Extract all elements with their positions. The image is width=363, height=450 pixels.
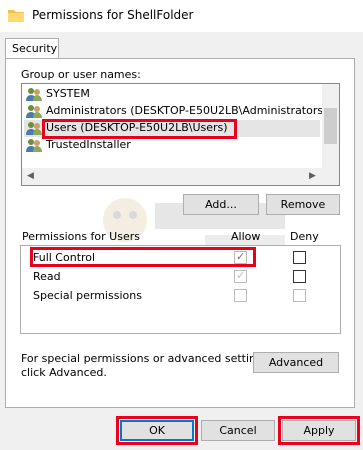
- cancel-button[interactable]: Cancel: [201, 420, 275, 441]
- list-item-label: Administrators (DESKTOP-E50U2LB\Administ…: [46, 104, 328, 117]
- list-item-system[interactable]: SYSTEM: [24, 86, 314, 103]
- deny-header: Deny: [290, 230, 319, 243]
- users-icon: [26, 138, 42, 153]
- groups-label: Group or user names:: [21, 68, 141, 81]
- window-title: Permissions for ShellFolder: [32, 8, 194, 22]
- folder-icon: [8, 9, 24, 22]
- apply-highlight-box: [278, 416, 360, 445]
- special-allow-checkbox[interactable]: [234, 289, 247, 302]
- list-item-label: TrustedInstaller: [46, 138, 131, 151]
- tab-security-label: Security: [12, 42, 58, 55]
- horizontal-scrollbar[interactable]: [22, 168, 322, 185]
- users-icon: [26, 104, 42, 119]
- allow-header: Allow: [231, 230, 261, 243]
- special-deny-checkbox[interactable]: [293, 289, 306, 302]
- list-item-label: SYSTEM: [46, 87, 90, 100]
- read-allow-checkbox[interactable]: ✓: [234, 269, 247, 283]
- users-icon: [26, 121, 42, 136]
- advanced-text-line1: For special permissions or advanced sett…: [21, 352, 273, 365]
- scroll-left-icon[interactable]: ◀: [27, 171, 34, 181]
- permissions-header: Permissions for Users: [22, 230, 140, 243]
- advanced-button[interactable]: Advanced: [253, 352, 339, 373]
- scroll-right-icon[interactable]: ▶: [309, 171, 316, 181]
- perm-label-read: Read: [33, 270, 61, 283]
- list-item-trustedinstaller[interactable]: TrustedInstaller: [24, 137, 314, 154]
- add-button[interactable]: Add...: [183, 194, 259, 215]
- users-icon: [26, 87, 42, 102]
- advanced-text-line2: click Advanced.: [21, 366, 107, 379]
- list-item-administrators[interactable]: Administrators (DESKTOP-E50U2LB\Administ…: [24, 103, 327, 120]
- full-control-deny-checkbox[interactable]: [293, 251, 306, 264]
- users-highlight-box: [42, 119, 237, 139]
- full-control-highlight-box: [30, 247, 256, 267]
- perm-label-special: Special permissions: [33, 289, 142, 302]
- read-deny-checkbox[interactable]: [293, 270, 306, 283]
- scroll-corner: [322, 168, 339, 185]
- remove-button[interactable]: Remove: [266, 194, 340, 215]
- vertical-scroll-thumb[interactable]: [324, 108, 337, 144]
- checkmark-icon: ✓: [236, 269, 246, 282]
- ok-highlight-box: [116, 416, 198, 445]
